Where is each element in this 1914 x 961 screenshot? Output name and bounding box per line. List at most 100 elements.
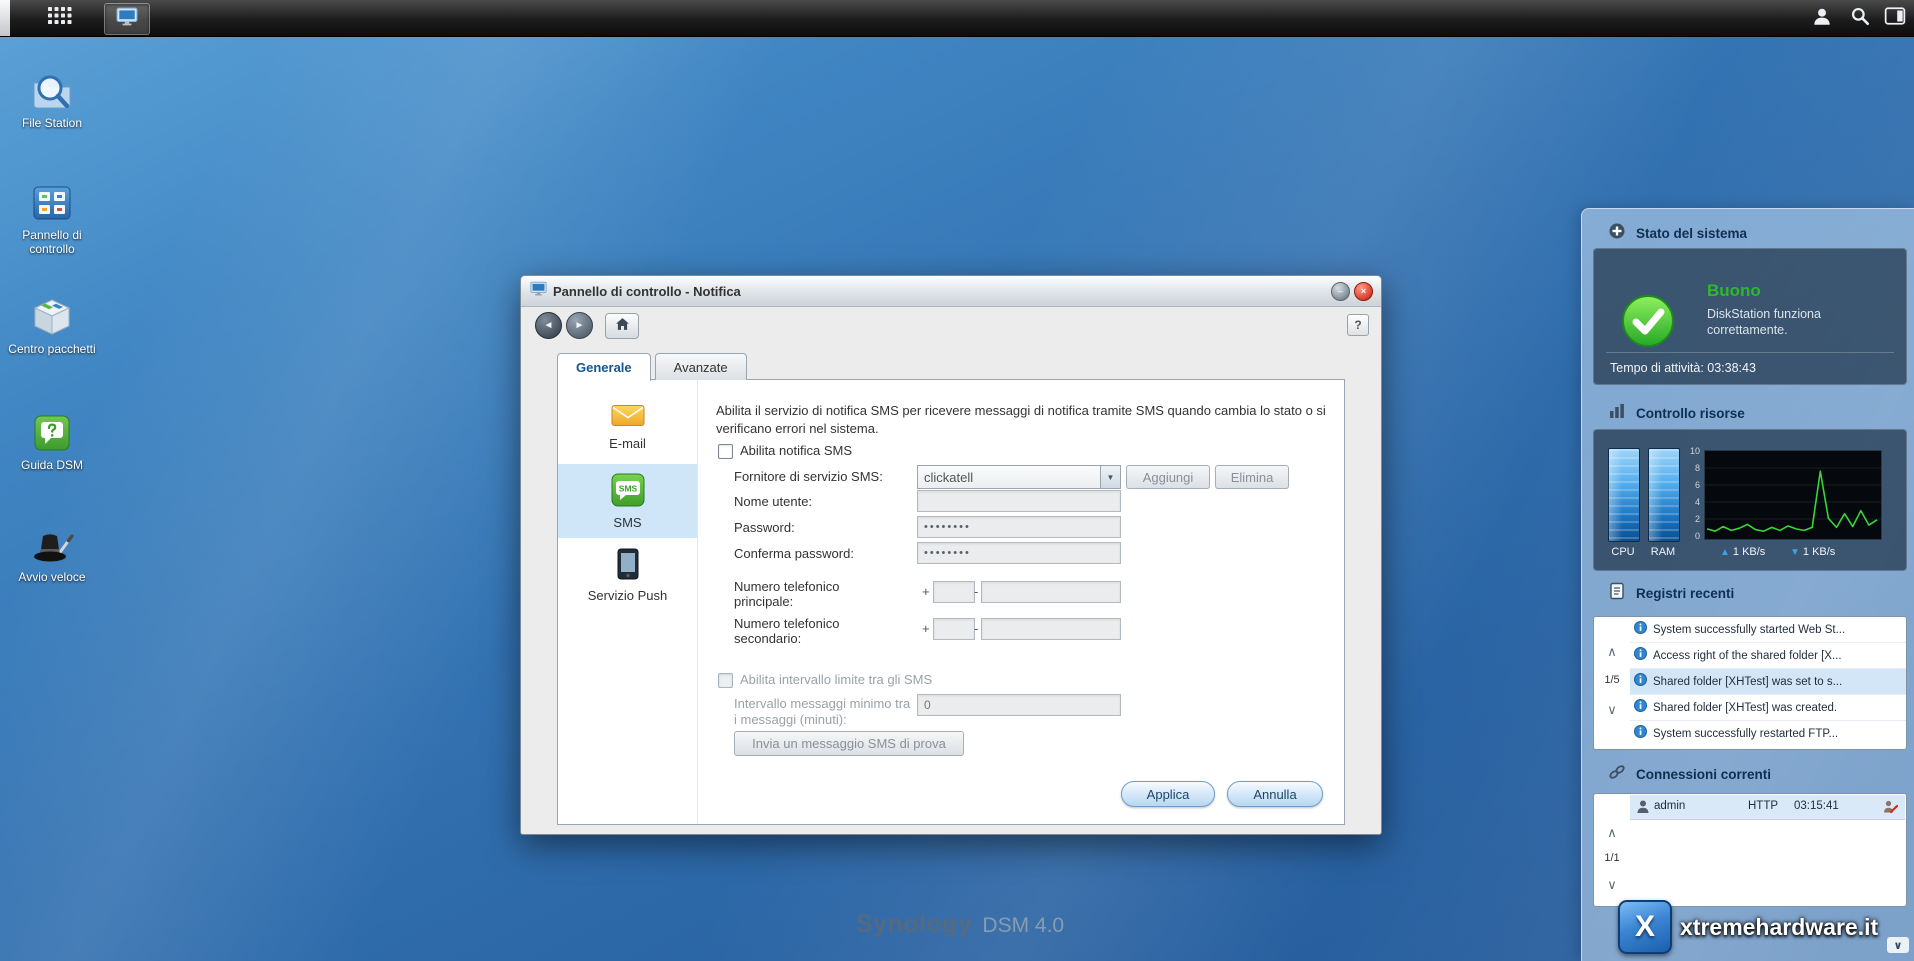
logs-page-indicator: 1/5	[1604, 674, 1620, 686]
svg-text:SMS: SMS	[618, 483, 637, 493]
home-button[interactable]	[605, 313, 639, 339]
window-titlebar[interactable]: Pannello di controllo - Notifica – ×	[521, 276, 1381, 307]
phone1-prefix: +	[922, 584, 930, 599]
delete-provider-button[interactable]: Elimina	[1215, 465, 1289, 489]
desktop-icon-label: Avvio veloce	[18, 570, 86, 584]
control-panel-icon	[29, 180, 75, 226]
log-text: System successfully started Web St...	[1653, 623, 1846, 636]
window-title-icon	[530, 281, 547, 302]
nav-item-push-service[interactable]: Servizio Push	[558, 538, 697, 612]
username-input[interactable]	[917, 490, 1121, 512]
minimize-button[interactable]: –	[1331, 282, 1350, 301]
close-button[interactable]: ×	[1354, 282, 1373, 301]
interval-input[interactable]: 0	[917, 694, 1121, 716]
desktop-icon-label: Pannello di controllo	[22, 228, 82, 256]
phone1-number-input[interactable]	[981, 581, 1121, 603]
password-input[interactable]: ••••••••	[917, 516, 1121, 538]
site-watermark: X xtremehardware.it	[1618, 900, 1878, 954]
desktop-icon-file-station[interactable]: File Station	[6, 68, 98, 131]
upload-rate-value: 1 KB/s	[1732, 546, 1766, 558]
download-arrow-icon: ▼	[1790, 546, 1800, 558]
taskbar-item-control-panel[interactable]	[104, 3, 150, 35]
back-button[interactable]: ◄	[535, 312, 562, 339]
connections-panel: ∧ 1/1 ∨ admin HTTP 03:15:41	[1593, 793, 1907, 907]
connections-page-down-button[interactable]: ∨	[1600, 878, 1624, 891]
nav-item-label: SMS	[613, 514, 642, 530]
synology-logo-text: Synology	[855, 910, 973, 938]
system-status-panel: Buono DiskStation funziona correttamente…	[1593, 248, 1907, 385]
recent-logs-panel: ∧ 1/5 ∨ System successfully started Web …	[1593, 616, 1907, 750]
phone1-country-input[interactable]	[933, 581, 975, 603]
desktop-icon-quick-start[interactable]: Avvio veloce	[6, 522, 98, 585]
provider-select[interactable]: clickatell ▼	[917, 465, 1121, 489]
network-chart	[1704, 450, 1882, 540]
nav-item-sms[interactable]: SMS SMS	[558, 464, 697, 538]
confirm-password-input[interactable]: ••••••••	[917, 542, 1121, 564]
resource-monitor-header[interactable]: Controllo risorse	[1608, 402, 1745, 425]
cancel-button[interactable]: Annulla	[1227, 781, 1323, 807]
y-tick: 8	[1694, 463, 1700, 473]
sidebar-collapse-button[interactable]: ∨	[1887, 937, 1909, 953]
log-text: System successfully restarted FTP...	[1653, 728, 1839, 740]
user-menu-button[interactable]	[1804, 3, 1840, 33]
resource-monitor-panel: CPU RAM 10 8 6 4 2 0 ▲ 1 KB/s ▼ 1 KB/s	[1593, 429, 1907, 571]
enable-sms-checkbox[interactable]	[718, 444, 733, 459]
nav-item-email[interactable]: E-mail	[558, 390, 697, 464]
chain-link-icon	[1608, 763, 1626, 786]
provider-label: Fornitore di servizio SMS:	[734, 469, 883, 484]
log-document-icon	[1608, 582, 1626, 605]
add-provider-button[interactable]: Aggiungi	[1126, 465, 1210, 489]
forward-button[interactable]: ►	[566, 312, 593, 339]
send-test-sms-button[interactable]: Invia un messaggio SMS di prova	[734, 731, 964, 756]
search-button[interactable]	[1842, 3, 1878, 33]
phone2-label: Numero telefonico secondario:	[734, 616, 840, 646]
apply-button[interactable]: Applica	[1121, 781, 1215, 807]
desktop-icon-control-panel[interactable]: Pannello di controllo	[6, 180, 98, 257]
help-button[interactable]: ?	[1347, 314, 1369, 336]
kick-connection-icon[interactable]	[1882, 799, 1899, 820]
phone2-country-input[interactable]	[933, 618, 975, 640]
log-text: Shared folder [XHTest] was set to s...	[1653, 675, 1843, 688]
desktop-icon-package-center[interactable]: Centro pacchetti	[6, 294, 98, 357]
search-icon	[1849, 6, 1871, 31]
xtremehardware-logo-icon: X	[1618, 900, 1672, 954]
upload-arrow-icon: ▲	[1720, 546, 1730, 558]
info-icon	[1634, 698, 1647, 717]
network-chart-line	[1705, 467, 1881, 532]
desktop: File Station Pannello di controllo Centr…	[0, 0, 1914, 961]
status-value: Buono	[1707, 281, 1761, 300]
system-status-header[interactable]: Stato del sistema	[1608, 222, 1747, 245]
window-title: Pannello di controllo - Notifica	[553, 283, 741, 299]
main-menu-button[interactable]	[36, 3, 84, 33]
phone2-dash: -	[974, 621, 979, 636]
recent-logs-header[interactable]: Registri recenti	[1608, 582, 1734, 605]
tab-generale[interactable]: Generale	[557, 353, 651, 381]
desktop-icon-dsm-help[interactable]: Guida DSM	[6, 410, 98, 473]
logs-page-up-button[interactable]: ∧	[1600, 645, 1624, 658]
download-rate-value: 1 KB/s	[1802, 546, 1836, 558]
info-icon	[1634, 672, 1647, 691]
section-title: Registri recenti	[1636, 586, 1735, 601]
tab-avanzate[interactable]: Avanzate	[654, 353, 747, 380]
y-tick: 6	[1694, 480, 1700, 490]
info-icon	[1634, 620, 1647, 639]
log-row: Access right of the shared folder [X...	[1630, 643, 1906, 669]
topbar-edge-decor	[0, 0, 10, 36]
window-monitor-icon	[116, 7, 138, 32]
widget-panel-toggle-button[interactable]	[1880, 3, 1910, 33]
connections-page-up-button[interactable]: ∧	[1600, 826, 1624, 839]
dsm-help-icon	[29, 410, 75, 456]
sms-settings-form: Abilita il servizio di notifica SMS per …	[698, 380, 1344, 824]
upload-rate: ▲ 1 KB/s	[1720, 546, 1765, 558]
status-ok-icon	[1620, 293, 1676, 354]
dsm-watermark: Synology DSM 4.0	[820, 910, 1100, 939]
interval-limit-checkbox[interactable]	[718, 673, 733, 688]
y-tick: 10	[1689, 446, 1700, 456]
logs-page-down-button[interactable]: ∨	[1600, 703, 1624, 716]
current-connections-header[interactable]: Connessioni correnti	[1608, 763, 1771, 786]
phone2-number-input[interactable]	[981, 618, 1121, 640]
window-toolbar: ◄ ► ?	[521, 307, 1381, 343]
enable-sms-label: Abilita notifica SMS	[740, 443, 852, 458]
connection-time: 03:15:41	[1794, 800, 1839, 812]
uptime-text: Tempo di attività: 03:38:43	[1610, 361, 1756, 375]
